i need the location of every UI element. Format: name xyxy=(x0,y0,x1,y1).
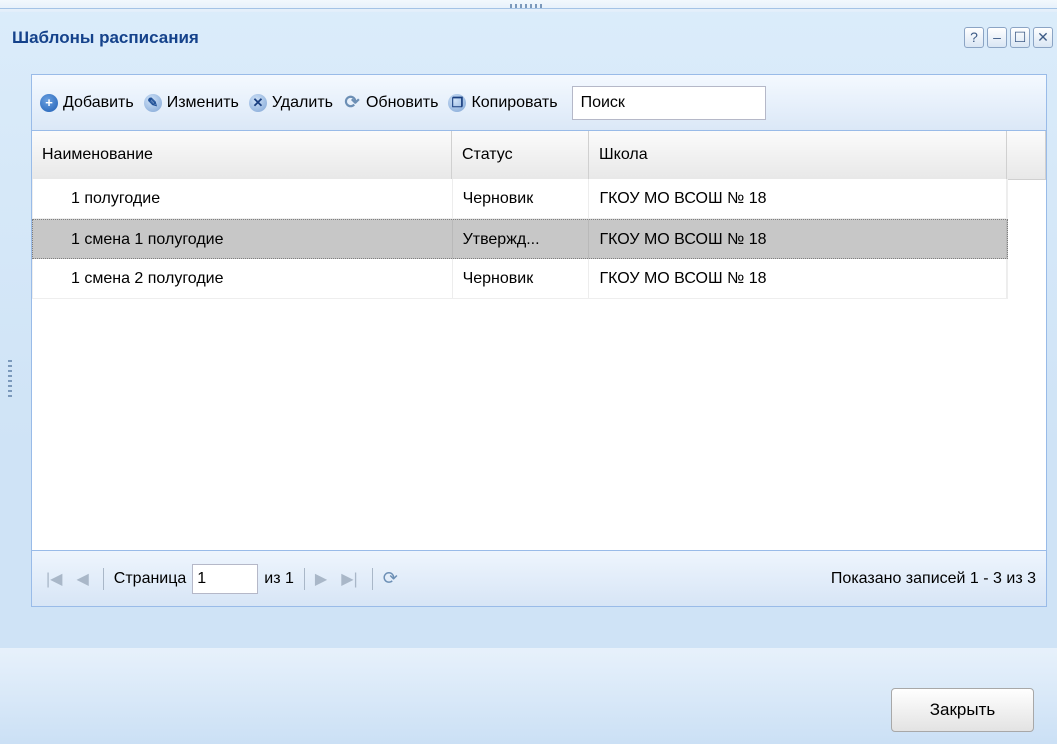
page-label: Страница xyxy=(113,569,187,587)
cell-name: 1 полугодие xyxy=(33,179,453,218)
minimize-icon[interactable]: – xyxy=(987,27,1007,48)
column-header-school[interactable]: Школа xyxy=(589,131,1007,179)
delete-button[interactable]: ✕ Удалить xyxy=(248,93,333,112)
page-number-input[interactable] xyxy=(192,563,259,594)
window-tools: ? – ☐ ✕ xyxy=(964,27,1053,48)
table-row[interactable]: 1 смена 2 полугодие Черновик ГКОУ МО ВСО… xyxy=(32,259,1008,299)
column-header-name[interactable]: Наименование xyxy=(32,131,452,179)
next-page-icon[interactable]: ▶ xyxy=(315,569,327,589)
table-row[interactable]: 1 полугодие Черновик ГКОУ МО ВСОШ № 18 xyxy=(32,179,1008,219)
cell-school: ГКОУ МО ВСОШ № 18 xyxy=(589,179,1007,218)
copy-button-label: Копировать xyxy=(471,93,558,111)
paging-toolbar: |◀ ◀ Страница из 1 ▶ ▶| ⟳ Показано запис… xyxy=(32,550,1046,606)
page-count-label: из 1 xyxy=(264,569,294,587)
refresh-button[interactable]: ⟳ Обновить xyxy=(343,92,439,112)
close-button[interactable]: Закрыть xyxy=(891,688,1034,732)
plus-icon: + xyxy=(40,93,58,112)
delete-button-label: Удалить xyxy=(271,93,333,111)
refresh-icon[interactable]: ⟳ xyxy=(383,568,398,589)
cell-school: ГКОУ МО ВСОШ № 18 xyxy=(589,259,1007,298)
resize-handle-left[interactable] xyxy=(8,360,12,400)
edit-button[interactable]: ✎ Изменить xyxy=(143,93,239,112)
separator xyxy=(303,567,305,590)
resize-handle-top[interactable] xyxy=(510,4,544,8)
add-button[interactable]: + Добавить xyxy=(40,93,134,112)
cell-name: 1 смена 1 полугодие xyxy=(33,220,453,258)
cell-status: Утвержд... xyxy=(453,220,590,258)
edit-button-label: Изменить xyxy=(166,93,239,111)
refresh-button-label: Обновить xyxy=(365,93,439,111)
toolbar: + Добавить ✎ Изменить ✕ Удалить ⟳ Обнови… xyxy=(32,75,1046,131)
first-page-icon[interactable]: |◀ xyxy=(46,569,62,589)
help-icon[interactable]: ? xyxy=(964,27,984,48)
prev-page-icon[interactable]: ◀ xyxy=(76,569,88,589)
search-input[interactable] xyxy=(571,85,766,120)
last-page-icon[interactable]: ▶| xyxy=(341,569,357,589)
close-icon[interactable]: ✕ xyxy=(1033,27,1053,48)
add-button-label: Добавить xyxy=(63,93,134,111)
column-header-status[interactable]: Статус xyxy=(452,131,589,179)
copy-icon: ❐ xyxy=(448,93,467,112)
window-title: Шаблоны расписания xyxy=(12,28,199,47)
maximize-icon[interactable]: ☐ xyxy=(1010,27,1030,48)
cell-status: Черновик xyxy=(453,179,590,218)
cell-name: 1 смена 2 полугодие xyxy=(33,259,453,298)
copy-button[interactable]: ❐ Копировать xyxy=(448,93,558,112)
separator xyxy=(371,567,373,590)
window-top-border xyxy=(0,8,1057,9)
separator xyxy=(102,567,104,590)
pencil-icon: ✎ xyxy=(143,93,162,112)
cell-school: ГКОУ МО ВСОШ № 18 xyxy=(589,220,1007,258)
cell-status: Черновик xyxy=(453,259,590,298)
paging-info: Показано записей 1 - 3 из 3 xyxy=(830,569,1036,587)
delete-icon: ✕ xyxy=(248,93,267,112)
grid-body: 1 полугодие Черновик ГКОУ МО ВСОШ № 18 1… xyxy=(32,179,1008,299)
grid-header: Наименование Статус Школа xyxy=(32,131,1046,180)
table-row-selected[interactable]: 1 смена 1 полугодие Утвержд... ГКОУ МО В… xyxy=(32,219,1008,259)
column-header-filler xyxy=(1007,131,1046,179)
grid-panel: + Добавить ✎ Изменить ✕ Удалить ⟳ Обнови… xyxy=(31,74,1047,607)
refresh-icon: ⟳ xyxy=(344,92,360,112)
dialog-window: Шаблоны расписания ? – ☐ ✕ + Добавить ✎ … xyxy=(0,0,1057,744)
